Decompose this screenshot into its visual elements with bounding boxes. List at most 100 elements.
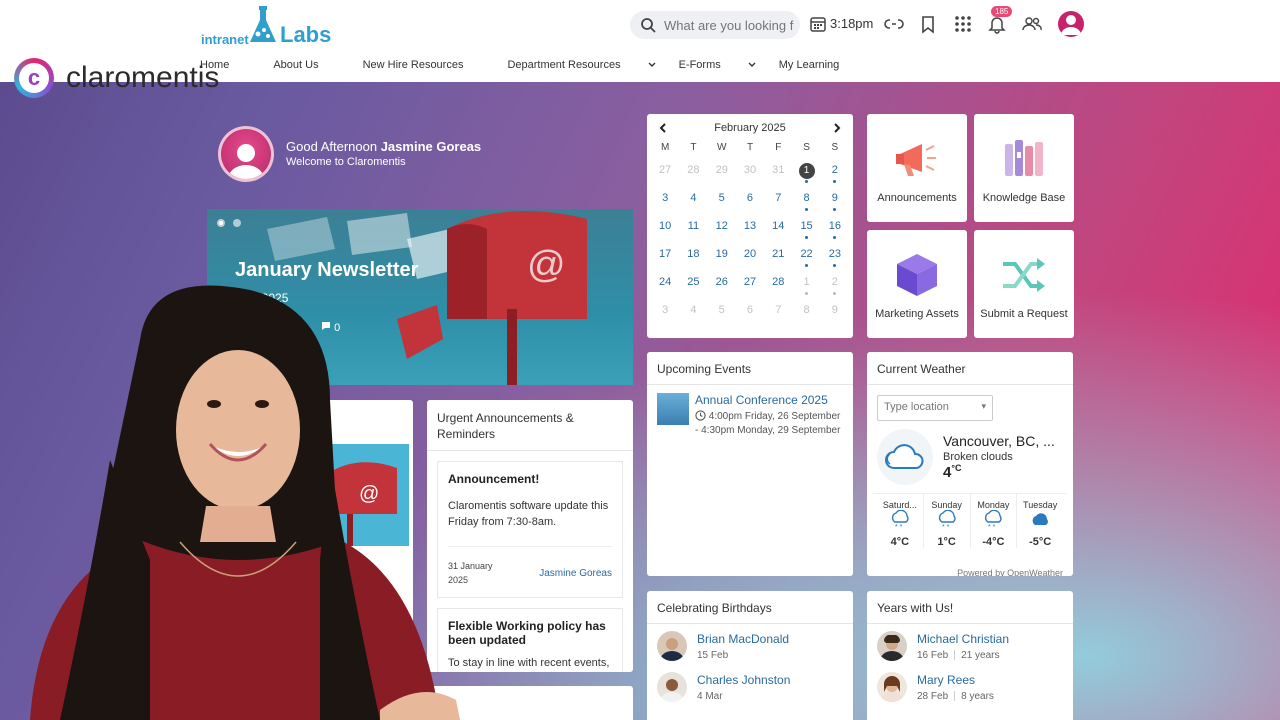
submit-request-tile[interactable]: Submit a Request [974,230,1074,338]
announcement-author[interactable]: Jasmine Goreas [539,568,612,579]
bell-icon[interactable] [987,14,1007,34]
people-icon[interactable] [1022,14,1042,34]
carousel-dot[interactable] [233,219,241,227]
anniversary-person[interactable]: Michael Christian 16 Feb 21 years [867,624,1073,665]
event-title[interactable]: Annual Conference 2025 [695,393,843,407]
nav-item-new-hire-resources[interactable]: New Hire Resources [363,59,486,71]
nav-item-my-learning[interactable]: My Learning [779,59,862,71]
calendar-day[interactable]: 2 [821,158,849,186]
calendar-day-number: 21 [772,248,785,260]
calendar-day[interactable]: 2 [821,270,849,298]
person-name[interactable]: Charles Johnston [697,673,790,687]
knowledge-base-tile[interactable]: Knowledge Base [974,114,1074,222]
calendar-day[interactable]: 5 [708,186,736,214]
calendar-day[interactable]: 1 [792,158,820,186]
calendar-day[interactable]: 9 [821,186,849,214]
apps-grid-icon[interactable] [953,14,973,34]
weather-powered-by[interactable]: Powered by OpenWeather [957,568,1063,576]
forecast-temp: -4°C [982,536,1005,548]
intranet-labs-logo[interactable]: intranet Labs [200,4,331,47]
user-avatar[interactable] [1058,11,1084,37]
person-name[interactable]: Brian MacDonald [697,632,789,646]
calendar-day[interactable]: 18 [679,242,707,270]
calendar-day[interactable]: 12 [708,214,736,242]
calendar-day[interactable]: 20 [736,242,764,270]
calendar-day-number: 17 [659,248,672,260]
calendar-day[interactable]: 19 [708,242,736,270]
nav-item-department-resources[interactable]: Department Resources [507,59,656,71]
link-icon[interactable] [884,14,904,34]
nav-item-e-forms[interactable]: E-Forms [679,59,757,71]
calendar-day[interactable]: 4 [679,298,707,326]
bookmark-icon[interactable] [918,14,938,34]
chevron-left-icon[interactable] [657,122,669,134]
calendar-day[interactable]: 22 [792,242,820,270]
person-name[interactable]: Michael Christian [917,632,1009,646]
snow-icon: * * [891,509,909,531]
birthday-person[interactable]: Charles Johnston 4 Mar [647,665,853,706]
calendar-day[interactable]: 16 [821,214,849,242]
calendar-day[interactable]: 6 [736,186,764,214]
calendar-day[interactable]: 31 [764,158,792,186]
calendar-day[interactable]: 5 [708,298,736,326]
calendar-day[interactable]: 8 [792,186,820,214]
calendar-day[interactable]: 9 [821,298,849,326]
carousel-dot[interactable] [217,219,225,227]
calendar-day[interactable]: 17 [651,242,679,270]
calendar-day[interactable]: 21 [764,242,792,270]
calendar-day[interactable]: 1 [792,270,820,298]
calendar-day-number: 29 [715,164,728,176]
announcement-item[interactable]: Flexible Working policy has been updated… [437,608,623,672]
calendar-day[interactable]: 8 [792,298,820,326]
calendar-day-number: 6 [746,304,754,316]
announcement-item[interactable]: Announcement! Claromentis software updat… [437,461,623,598]
calendar-day[interactable]: 11 [679,214,707,242]
birthday-person[interactable]: Brian MacDonald 15 Feb [647,624,853,665]
calendar-day[interactable]: 7 [764,298,792,326]
calendar-day[interactable]: 27 [736,270,764,298]
calendar-day[interactable]: 25 [679,270,707,298]
announcements-tile[interactable]: Announcements [867,114,967,222]
logo-labs-text: Labs [280,22,332,47]
calendar-day[interactable]: 23 [821,242,849,270]
calendar-day[interactable]: 10 [651,214,679,242]
nav-item-about-us[interactable]: About Us [273,59,340,71]
person-name[interactable]: Mary Rees [917,673,994,687]
calendar-day[interactable]: 14 [764,214,792,242]
search-bar[interactable] [630,11,800,39]
anniversary-person[interactable]: Mary Rees 28 Feb 8 years [867,665,1073,706]
calendar-day[interactable]: 28 [764,270,792,298]
calendar-day[interactable]: 3 [651,186,679,214]
forecast-day: Sunday * * 1°C [924,494,971,548]
calendar-day[interactable]: 3 [651,298,679,326]
calendar-day-number: 19 [715,248,728,260]
calendar-day-number: 31 [772,164,785,176]
chevron-right-icon[interactable] [831,122,843,134]
calendar-day-number: 27 [659,164,672,176]
forecast-day-label: Sunday [931,500,962,510]
calendar-day[interactable]: 26 [708,270,736,298]
calendar-icon[interactable] [808,14,828,34]
greeting-name: Jasmine Goreas [380,139,482,154]
calendar-day[interactable]: 13 [736,214,764,242]
marketing-assets-tile[interactable]: Marketing Assets [867,230,967,338]
calendar-day[interactable]: 30 [736,158,764,186]
search-input[interactable] [664,17,794,33]
forecast-temp: -5°C [1029,536,1052,548]
main-nav: Home About Us New Hire Resources Departm… [200,59,883,71]
newsletter-title[interactable]: January Newsletter [235,259,418,282]
person-avatar [657,672,687,702]
calendar-day[interactable]: 28 [679,158,707,186]
calendar-day[interactable]: 27 [651,158,679,186]
calendar-day[interactable]: 6 [736,298,764,326]
forecast-temp: 1°C [937,536,956,548]
location-select[interactable]: Type location [877,395,993,421]
calendar-day[interactable]: 4 [679,186,707,214]
calendar-day[interactable]: 24 [651,270,679,298]
event-item[interactable]: Annual Conference 2025 4:00pm Friday, 26… [647,385,853,446]
greeting-avatar[interactable] [218,126,274,182]
calendar-day[interactable]: 29 [708,158,736,186]
calendar-day[interactable]: 7 [764,186,792,214]
event-thumbnail [657,393,689,425]
calendar-day[interactable]: 15 [792,214,820,242]
